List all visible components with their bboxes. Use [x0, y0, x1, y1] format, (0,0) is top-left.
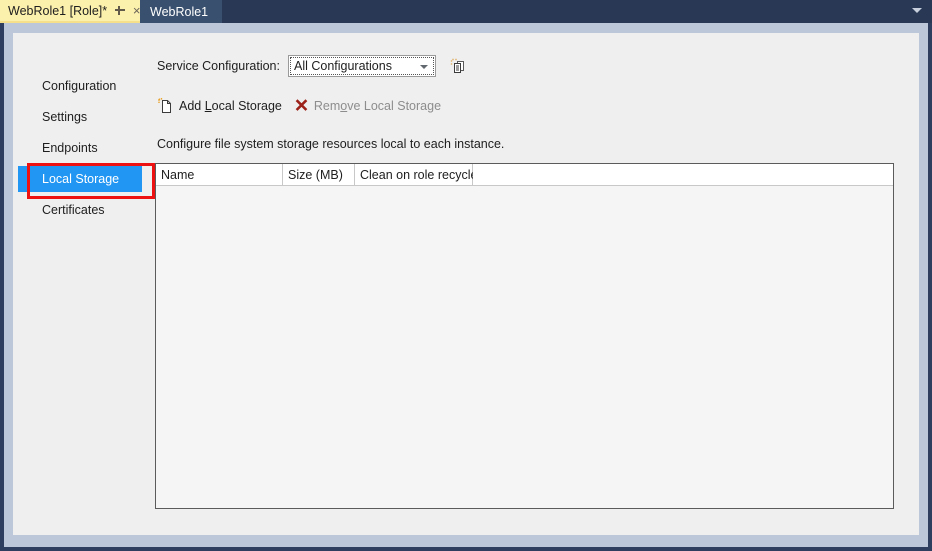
service-configuration-value: All Configurations: [293, 59, 392, 73]
tab-label: WebRole1 [Role]*: [8, 3, 108, 18]
table-header-row: Name Size (MB) Clean on role recycle: [156, 164, 893, 186]
tab-strip: WebRole1 [Role]* × WebRole1: [0, 0, 932, 23]
column-header-name[interactable]: Name: [156, 164, 283, 185]
new-document-icon: [157, 97, 174, 114]
pin-icon[interactable]: [114, 4, 126, 18]
sidebar-item-label: Settings: [42, 110, 88, 124]
service-configuration-label: Service Configuration:: [157, 59, 280, 73]
document-frame: Configuration Settings Endpoints Local S…: [4, 23, 928, 547]
local-storage-pane: Service Configuration: All Configuration…: [152, 33, 919, 535]
tab-webrole1-role[interactable]: WebRole1 [Role]* ×: [0, 0, 150, 23]
sidebar-item-label: Endpoints: [42, 141, 98, 155]
add-local-storage-label: Add Local Storage: [179, 98, 282, 113]
column-header-filler: [473, 164, 893, 185]
table-body[interactable]: [156, 186, 893, 508]
role-designer-surface: Configuration Settings Endpoints Local S…: [13, 33, 919, 535]
remove-local-storage-label: Remove Local Storage: [313, 98, 442, 113]
remove-local-storage-button[interactable]: Remove Local Storage: [294, 98, 441, 113]
service-configuration-row: Service Configuration: All Configuration…: [157, 55, 468, 77]
service-configuration-select[interactable]: All Configurations: [287, 55, 436, 77]
sidebar-item-label: Configuration: [42, 79, 117, 93]
column-header-size[interactable]: Size (MB): [283, 164, 355, 185]
red-x-icon: [294, 98, 309, 113]
local-storage-table: Name Size (MB) Clean on role recycle: [155, 163, 894, 509]
sidebar-item-settings[interactable]: Settings: [18, 104, 142, 130]
sidebar-item-label: Local Storage: [42, 172, 120, 186]
sidebar-item-certificates[interactable]: Certificates: [18, 197, 142, 223]
add-local-storage-button[interactable]: Add Local Storage: [157, 97, 282, 114]
tab-label: WebRole1: [150, 4, 209, 19]
sidebar-item-endpoints[interactable]: Endpoints: [18, 135, 142, 161]
visual-studio-role-designer-window: WebRole1 [Role]* × WebRole1 Configuratio…: [0, 0, 932, 551]
chevron-down-icon[interactable]: [912, 8, 922, 13]
chevron-down-icon: [419, 65, 428, 69]
column-header-clean-on-role-recycle[interactable]: Clean on role recycle: [355, 164, 477, 185]
designer-sidebar: Configuration Settings Endpoints Local S…: [13, 33, 152, 535]
pane-description: Configure file system storage resources …: [157, 137, 505, 151]
copy-configuration-icon[interactable]: [448, 56, 468, 76]
tab-webrole1[interactable]: WebRole1: [140, 0, 223, 23]
sidebar-item-configuration[interactable]: Configuration: [18, 73, 142, 99]
local-storage-toolbar: Add Local Storage Remove Local Storage: [157, 97, 453, 114]
sidebar-item-local-storage[interactable]: Local Storage: [18, 166, 142, 192]
sidebar-item-label: Certificates: [42, 203, 105, 217]
